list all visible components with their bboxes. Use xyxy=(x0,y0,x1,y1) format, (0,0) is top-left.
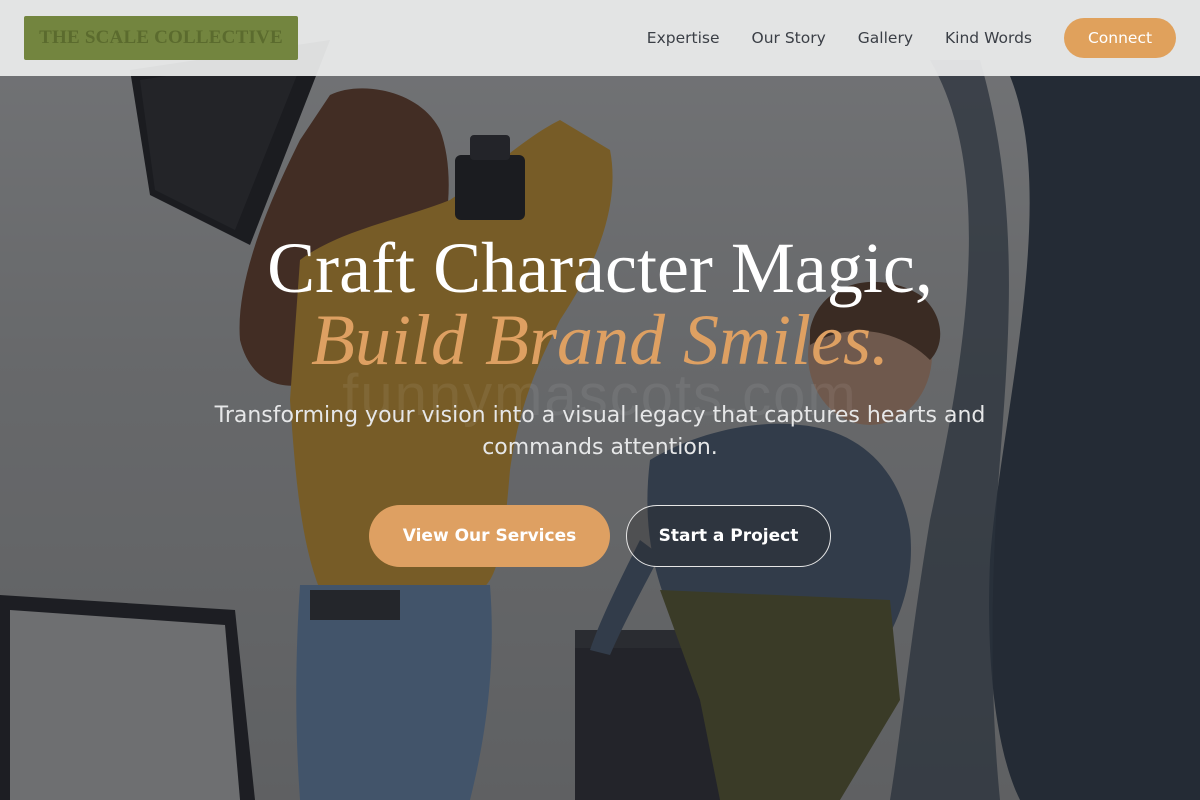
nav-link-expertise[interactable]: Expertise xyxy=(647,29,720,47)
nav-link-our-story[interactable]: Our Story xyxy=(752,29,826,47)
hero-title-line2: Build Brand Smiles. xyxy=(311,300,889,380)
hero-title: Craft Character Magic, Build Brand Smile… xyxy=(0,232,1200,376)
main-nav: Expertise Our Story Gallery Kind Words C… xyxy=(647,18,1176,58)
hero-cta-group: View Our Services Start a Project xyxy=(0,505,1200,567)
hero-title-line1: Craft Character Magic, xyxy=(267,228,933,308)
nav-link-gallery[interactable]: Gallery xyxy=(858,29,913,47)
brand-logo[interactable]: THE SCALE COLLECTIVE xyxy=(24,16,298,60)
view-services-button[interactable]: View Our Services xyxy=(369,505,610,567)
site-header: THE SCALE COLLECTIVE Expertise Our Story… xyxy=(0,0,1200,76)
hero-section: funnymascots.com Craft Character Magic, … xyxy=(0,0,1200,800)
connect-button[interactable]: Connect xyxy=(1064,18,1176,58)
start-project-button[interactable]: Start a Project xyxy=(626,505,831,567)
hero-subtitle: Transforming your vision into a visual l… xyxy=(214,403,986,460)
nav-link-kind-words[interactable]: Kind Words xyxy=(945,29,1032,47)
